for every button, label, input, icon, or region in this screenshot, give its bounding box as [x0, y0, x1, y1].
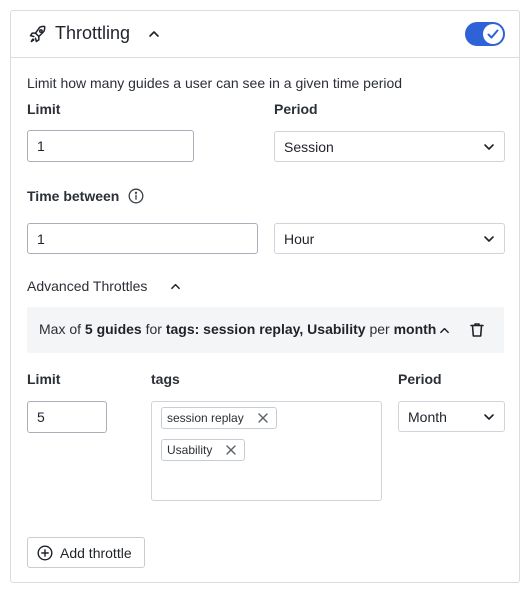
advanced-limit-input[interactable]: 5 [27, 401, 107, 433]
tags-label: tags [151, 371, 180, 387]
tag-label: Usability [167, 443, 213, 457]
tags-input[interactable]: session replay Usability [151, 401, 382, 501]
chevron-down-icon [484, 143, 494, 150]
advanced-limit-label: Limit [27, 371, 61, 387]
time-between-value: 1 [37, 230, 45, 247]
chevron-up-icon[interactable] [439, 325, 450, 336]
limit-input[interactable]: 1 [27, 130, 194, 162]
advanced-throttle-rule: Max of 5 guides for tags: session replay… [39, 321, 436, 337]
rule-per: per [369, 321, 390, 337]
advanced-period-label: Period [398, 371, 442, 387]
limit-value: 1 [37, 138, 45, 154]
section-title: Throttling [55, 23, 131, 43]
rule-for: for [145, 321, 162, 337]
throttling-card: Throttling Limit how many guides a user … [10, 10, 520, 583]
tag-label: session replay [167, 411, 244, 425]
trash-icon[interactable] [469, 322, 485, 338]
advanced-throttle-summary[interactable]: Max of 5 guides for tags: session replay… [27, 307, 504, 353]
chevron-up-icon[interactable] [148, 28, 160, 40]
rule-period: month [393, 321, 437, 337]
tag-chip: session replay [161, 407, 277, 429]
toggle-knob [483, 24, 503, 44]
rule-prefix: Max of [39, 321, 82, 337]
rule-tags: tags: session replay, Usability [165, 321, 366, 337]
time-between-label: Time between [27, 188, 120, 204]
throttling-header[interactable]: Throttling [11, 11, 519, 58]
time-unit-selected-value: Hour [284, 230, 315, 247]
close-icon[interactable] [258, 413, 268, 423]
time-between-input[interactable]: 1 [27, 223, 258, 254]
period-selected-value: Session [284, 138, 334, 155]
throttling-description: Limit how many guides a user can see in … [27, 75, 403, 91]
time-unit-select[interactable]: Hour [274, 223, 505, 254]
add-throttle-button[interactable]: Add throttle [27, 537, 145, 568]
advanced-period-select[interactable]: Month [398, 401, 505, 432]
advanced-limit-value: 5 [37, 409, 45, 425]
advanced-throttles-label: Advanced Throttles [27, 278, 148, 294]
period-select[interactable]: Session [274, 131, 505, 162]
plus-circle-icon [37, 544, 53, 561]
chevron-down-icon [484, 413, 494, 420]
limit-label: Limit [27, 101, 61, 117]
rocket-icon [29, 25, 46, 43]
advanced-period-selected-value: Month [408, 408, 447, 425]
check-icon [487, 29, 499, 39]
chevron-down-icon [484, 235, 494, 242]
rule-count: 5 guides [84, 321, 142, 337]
tag-chip: Usability [161, 439, 246, 461]
add-throttle-label: Add throttle [60, 544, 132, 561]
chevron-up-icon[interactable] [170, 281, 181, 292]
period-label: Period [274, 101, 318, 117]
throttling-toggle[interactable] [465, 22, 505, 46]
close-icon[interactable] [226, 445, 237, 455]
info-icon[interactable] [128, 188, 144, 204]
